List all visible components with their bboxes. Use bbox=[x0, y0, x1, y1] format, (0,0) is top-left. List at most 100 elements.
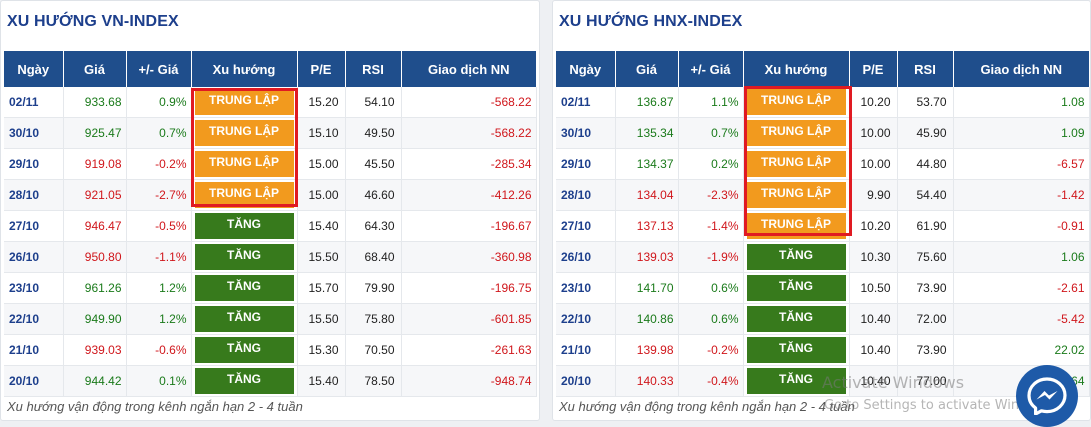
hnx-index-panel: XU HƯỚNG HNX-INDEX Ngày Giá +/- Giá Xu h… bbox=[552, 0, 1091, 421]
table-row: 23/10 141.70 0.6% TĂNG 10.50 73.90 -2.61 bbox=[556, 272, 1090, 304]
rsi-cell: 64.30 bbox=[345, 210, 402, 242]
price-cell: 134.37 bbox=[615, 148, 679, 180]
header-date: Ngày bbox=[4, 51, 64, 87]
rsi-cell: 72.00 bbox=[897, 303, 954, 335]
price-cell: 939.03 bbox=[63, 334, 127, 366]
pe-cell: 15.70 bbox=[297, 272, 346, 304]
pe-cell: 15.00 bbox=[297, 148, 346, 180]
pe-cell: 10.40 bbox=[849, 334, 898, 366]
change-cell: -1.9% bbox=[678, 241, 744, 273]
change-cell: 1.1% bbox=[678, 87, 744, 118]
rsi-cell: 75.60 bbox=[897, 241, 954, 273]
trend-cell: TRUNG LẬP bbox=[191, 148, 298, 180]
change-cell: 0.1% bbox=[126, 365, 192, 397]
trend-cell: TĂNG bbox=[191, 365, 298, 397]
pe-cell: 15.50 bbox=[297, 241, 346, 273]
date-cell: 30/10 bbox=[556, 117, 616, 149]
trend-badge: TĂNG bbox=[194, 213, 294, 239]
table-row: 02/11 933.68 0.9% TRUNG LẬP 15.20 54.10 -568.2… bbox=[4, 87, 537, 118]
trend-badge: TRUNG LẬP bbox=[194, 120, 294, 146]
rsi-cell: 49.50 bbox=[345, 117, 402, 149]
trend-badge: TĂNG bbox=[194, 337, 294, 363]
change-cell: 0.7% bbox=[126, 117, 192, 149]
change-cell: 0.6% bbox=[678, 272, 744, 304]
trend-badge: TĂNG bbox=[746, 337, 846, 363]
table-row: 21/10 139.98 -0.2% TĂNG 10.40 73.90 22.02 bbox=[556, 334, 1090, 366]
header-pe: P/E bbox=[297, 51, 346, 87]
header-price: Giá bbox=[615, 51, 679, 87]
price-cell: 944.42 bbox=[63, 365, 127, 397]
trend-cell: TĂNG bbox=[191, 210, 298, 242]
pe-cell: 15.40 bbox=[297, 210, 346, 242]
messenger-chat-button[interactable] bbox=[1016, 365, 1078, 427]
table-row: 02/11 136.87 1.1% TRUNG LẬP 10.20 53.70 1.08 bbox=[556, 87, 1090, 118]
table-row: 30/10 135.34 0.7% TRUNG LẬP 10.00 45.90 1.09 bbox=[556, 117, 1090, 149]
price-cell: 137.13 bbox=[615, 210, 679, 242]
rsi-cell: 75.80 bbox=[345, 303, 402, 335]
price-cell: 921.05 bbox=[63, 179, 127, 211]
date-cell: 23/10 bbox=[556, 272, 616, 304]
table-header-row: Ngày Giá +/- Giá Xu hướng P/E RSI Giao d… bbox=[4, 51, 536, 87]
change-cell: -2.3% bbox=[678, 179, 744, 211]
trend-badge: TRUNG LẬP bbox=[746, 151, 846, 177]
pe-cell: 10.30 bbox=[849, 241, 898, 273]
foreign-trade-cell: 1.06 bbox=[953, 241, 1090, 273]
table-row: 27/10 946.47 -0.5% TĂNG 15.40 64.30 -196.67 bbox=[4, 210, 537, 242]
hnx-index-table-body: 02/11 136.87 1.1% TRUNG LẬP 10.20 53.70 1.08 30… bbox=[556, 87, 1090, 397]
page: XU HƯỚNG VN-INDEX Ngày Giá +/- Giá Xu hư… bbox=[0, 0, 1091, 427]
trend-badge: TĂNG bbox=[746, 275, 846, 301]
price-cell: 946.47 bbox=[63, 210, 127, 242]
header-foreign-trade: Giao dịch NN bbox=[953, 51, 1089, 87]
date-cell: 27/10 bbox=[4, 210, 64, 242]
pe-cell: 15.10 bbox=[297, 117, 346, 149]
price-cell: 140.86 bbox=[615, 303, 679, 335]
trend-badge: TĂNG bbox=[194, 275, 294, 301]
price-cell: 139.03 bbox=[615, 241, 679, 273]
date-cell: 20/10 bbox=[4, 365, 64, 397]
change-cell: -0.2% bbox=[126, 148, 192, 180]
foreign-trade-cell: -5.42 bbox=[953, 303, 1090, 335]
vn-index-title: XU HƯỚNG VN-INDEX bbox=[7, 13, 179, 30]
header-pe: P/E bbox=[849, 51, 898, 87]
foreign-trade-cell: -601.85 bbox=[401, 303, 537, 335]
foreign-trade-cell: -261.63 bbox=[401, 334, 537, 366]
foreign-trade-cell: -412.26 bbox=[401, 179, 537, 211]
trend-cell: TĂNG bbox=[743, 334, 850, 366]
table-row: 26/10 139.03 -1.9% TĂNG 10.30 75.60 1.06 bbox=[556, 241, 1090, 273]
table-row: 28/10 921.05 -2.7% TRUNG LẬP 15.00 46.60 -412.… bbox=[4, 179, 537, 211]
trend-badge: TĂNG bbox=[194, 244, 294, 270]
trend-cell: TĂNG bbox=[191, 272, 298, 304]
table-row: 29/10 134.37 0.2% TRUNG LẬP 10.00 44.80 -6.57 bbox=[556, 148, 1090, 180]
date-cell: 22/10 bbox=[556, 303, 616, 335]
pe-cell: 15.30 bbox=[297, 334, 346, 366]
rsi-cell: 73.90 bbox=[897, 272, 954, 304]
price-cell: 141.70 bbox=[615, 272, 679, 304]
trend-cell: TRUNG LẬP bbox=[743, 210, 850, 242]
change-cell: -1.4% bbox=[678, 210, 744, 242]
trend-badge: TRUNG LẬP bbox=[746, 89, 846, 115]
hnx-index-table: Ngày Giá +/- Giá Xu hướng P/E RSI Giao d… bbox=[556, 51, 1090, 397]
foreign-trade-cell: -196.75 bbox=[401, 272, 537, 304]
rsi-cell: 44.80 bbox=[897, 148, 954, 180]
date-cell: 21/10 bbox=[556, 334, 616, 366]
date-cell: 02/11 bbox=[556, 87, 616, 118]
trend-cell: TRUNG LẬP bbox=[191, 117, 298, 149]
table-row: 22/10 140.86 0.6% TĂNG 10.40 72.00 -5.42 bbox=[556, 303, 1090, 335]
pe-cell: 15.50 bbox=[297, 303, 346, 335]
header-foreign-trade: Giao dịch NN bbox=[401, 51, 536, 87]
table-row: 29/10 919.08 -0.2% TRUNG LẬP 15.00 45.50 -285.… bbox=[4, 148, 537, 180]
header-rsi: RSI bbox=[345, 51, 402, 87]
pe-cell: 10.00 bbox=[849, 117, 898, 149]
table-row: 28/10 134.04 -2.3% TRUNG LẬP 9.90 54.40 -1.42 bbox=[556, 179, 1090, 211]
pe-cell: 9.90 bbox=[849, 179, 898, 211]
date-cell: 29/10 bbox=[556, 148, 616, 180]
trend-cell: TĂNG bbox=[191, 303, 298, 335]
date-cell: 21/10 bbox=[4, 334, 64, 366]
trend-badge: TĂNG bbox=[194, 306, 294, 332]
change-cell: -2.7% bbox=[126, 179, 192, 211]
price-cell: 135.34 bbox=[615, 117, 679, 149]
change-cell: 1.2% bbox=[126, 303, 192, 335]
vn-footnote: Xu hướng vận động trong kênh ngắn hạn 2 … bbox=[7, 399, 303, 414]
foreign-trade-cell: -568.22 bbox=[401, 117, 537, 149]
rsi-cell: 61.90 bbox=[897, 210, 954, 242]
